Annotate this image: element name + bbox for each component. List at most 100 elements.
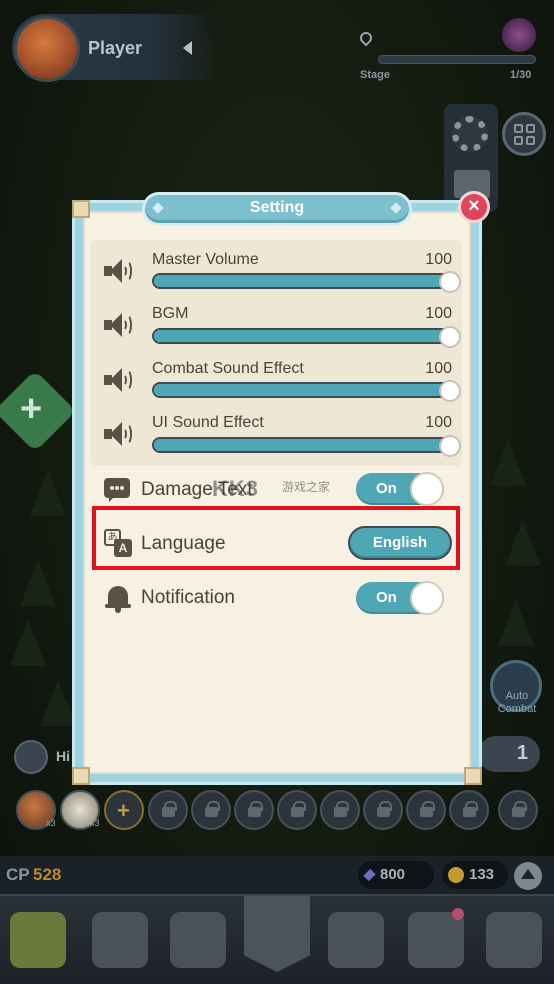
slider-knob[interactable]	[439, 435, 461, 457]
locked-slot[interactable]	[191, 790, 231, 830]
slider-fill	[154, 330, 452, 342]
notification-dot	[452, 908, 464, 920]
bgm-slider[interactable]	[152, 326, 461, 348]
nav-equipment-icon[interactable]	[170, 912, 226, 968]
plus-icon: +	[117, 798, 130, 823]
hide-label: Hi	[56, 748, 70, 764]
stage-label: Stage	[360, 69, 390, 81]
unit-count: 1	[516, 742, 528, 764]
master-volume-value: 100	[425, 251, 452, 268]
damage-text-toggle[interactable]: On	[356, 472, 444, 506]
gem-icon	[363, 868, 376, 882]
locked-slot[interactable]	[148, 790, 188, 830]
master-volume-label: Master Volume	[152, 251, 259, 268]
notification-label: Notification	[141, 587, 235, 608]
lock-icon	[463, 801, 478, 817]
coin-value: 133	[469, 866, 495, 883]
locked-slot[interactable]	[498, 790, 538, 830]
lock-icon	[162, 801, 177, 817]
toggle-state: On	[376, 589, 397, 606]
slider-fill	[154, 384, 452, 396]
locked-slot[interactable]	[406, 790, 446, 830]
unit-count-chip[interactable]: 1	[478, 736, 540, 772]
slider-knob[interactable]	[439, 326, 461, 348]
ui-sound-label: UI Sound Effect	[152, 414, 264, 431]
lock-icon	[334, 801, 349, 817]
player-name: Player	[88, 38, 143, 58]
coin-icon	[448, 867, 464, 883]
grid-cell	[526, 124, 535, 133]
gem-counter[interactable]: 800	[358, 861, 434, 889]
corner-ornament	[72, 200, 90, 218]
slider-knob[interactable]	[439, 271, 461, 293]
grid-cell	[526, 136, 535, 145]
toggle-knob	[410, 581, 444, 615]
hero-count: x3	[90, 818, 100, 828]
nav-pet-icon[interactable]	[92, 912, 148, 968]
gem-value: 800	[380, 866, 406, 883]
locked-slot[interactable]	[234, 790, 274, 830]
close-icon: ×	[468, 195, 480, 217]
bgm-value: 100	[425, 305, 452, 322]
bgm-label: BGM	[152, 305, 189, 322]
notification-toggle[interactable]: On	[356, 581, 444, 615]
slider-fill	[154, 439, 452, 451]
ui-sound-slider[interactable]	[152, 435, 461, 457]
auto-combat-label: Auto Combat	[486, 690, 548, 716]
add-slot-button[interactable]: +	[104, 790, 144, 830]
auto-label-text: Auto Combat	[497, 690, 537, 715]
plus-icon: +	[20, 388, 43, 430]
lock-icon	[205, 801, 220, 817]
combat-sound-value: 100	[425, 360, 452, 377]
locked-slot[interactable]	[320, 790, 360, 830]
combat-sound-slider[interactable]	[152, 380, 461, 402]
bell-icon	[104, 584, 132, 613]
gear-icon[interactable]	[452, 116, 488, 152]
corner-ornament	[72, 767, 90, 785]
grid-icon[interactable]	[502, 112, 546, 156]
chat-icon	[104, 476, 132, 504]
boss-icon[interactable]	[502, 18, 536, 52]
modal-title: Setting	[249, 199, 305, 216]
language-highlight	[92, 506, 460, 570]
nav-cards-icon[interactable]	[10, 912, 66, 968]
expand-up-button[interactable]	[514, 862, 542, 890]
lock-icon	[420, 801, 435, 817]
stage-count: 1/30	[510, 69, 532, 81]
lock-icon	[248, 801, 263, 817]
locked-slot[interactable]	[277, 790, 317, 830]
speaker-icon	[102, 365, 132, 395]
cp-label: CP	[6, 865, 30, 884]
watermark-sub: 游戏之家	[282, 480, 331, 494]
coin-counter[interactable]: 133	[442, 861, 508, 889]
close-button[interactable]: ×	[458, 191, 490, 223]
watermark: KK3	[212, 476, 260, 501]
combat-sound-label: Combat Sound Effect	[152, 360, 304, 377]
collapse-arrow-icon[interactable]	[183, 41, 192, 55]
hero-count: x3	[46, 818, 56, 828]
lock-icon	[377, 801, 392, 817]
toggle-knob	[410, 472, 444, 506]
nav-weapon-icon[interactable]	[328, 912, 384, 968]
nav-shop-icon[interactable]	[486, 912, 542, 968]
master-volume-slider[interactable]	[152, 271, 461, 293]
chevron-down-icon[interactable]	[14, 740, 48, 774]
slider-knob[interactable]	[439, 380, 461, 402]
cp-value: 528	[33, 865, 62, 884]
speaker-icon	[102, 419, 132, 449]
slider-fill	[154, 275, 452, 287]
grid-cell	[514, 136, 523, 145]
speaker-icon	[102, 310, 132, 340]
nav-items-icon[interactable]	[408, 912, 464, 968]
lock-icon	[291, 801, 306, 817]
avatar[interactable]	[14, 16, 80, 82]
unit-slot-row: x3 x3 +	[16, 790, 546, 834]
toggle-state: On	[376, 480, 397, 497]
grid-cell	[514, 124, 523, 133]
speaker-icon	[102, 256, 132, 286]
locked-slot[interactable]	[449, 790, 489, 830]
stage-progress-bar	[378, 55, 536, 64]
locked-slot[interactable]	[363, 790, 403, 830]
corner-ornament	[464, 767, 482, 785]
lock-icon	[512, 801, 527, 817]
